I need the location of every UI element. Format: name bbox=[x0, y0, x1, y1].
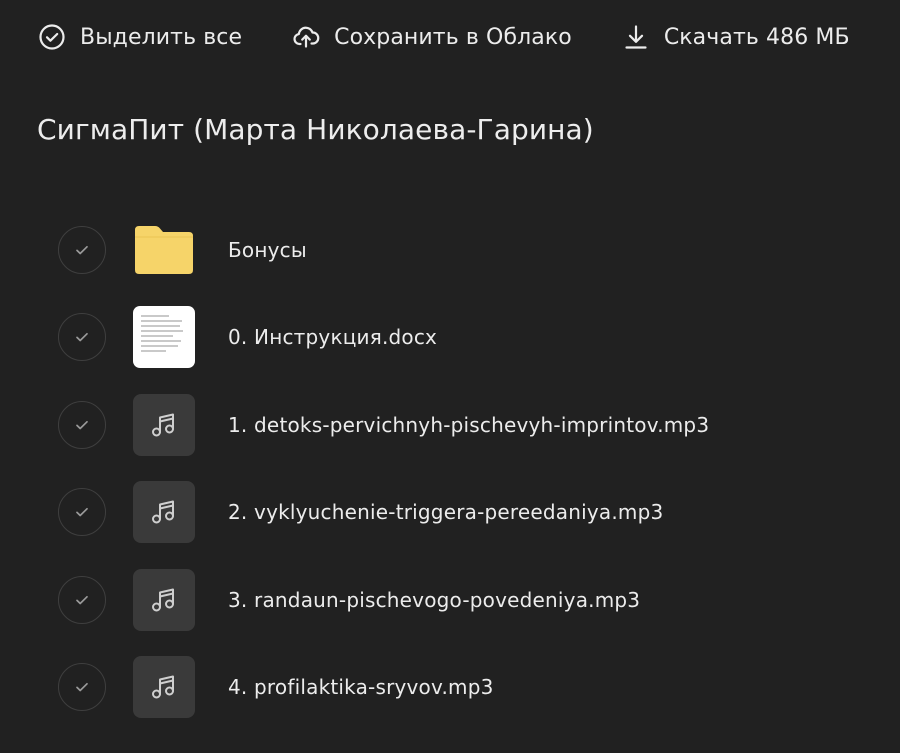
check-circle-icon bbox=[38, 23, 66, 51]
select-checkbox[interactable] bbox=[58, 575, 106, 624]
select-checkbox[interactable] bbox=[58, 313, 106, 362]
save-to-cloud-button[interactable]: Сохранить в Облако bbox=[292, 23, 572, 51]
music-note-icon bbox=[133, 656, 195, 719]
file-name: 1. detoks-pervichnyh-pischevyh-imprintov… bbox=[228, 412, 710, 437]
file-name: 0. Инструкция.docx bbox=[228, 325, 438, 350]
select-all-button[interactable]: Выделить все bbox=[38, 23, 242, 51]
music-note-icon bbox=[133, 568, 195, 631]
file-name: 4. profilaktika-sryvov.mp3 bbox=[228, 675, 494, 700]
list-item[interactable]: Бонусы bbox=[58, 206, 878, 294]
list-item[interactable]: 1. detoks-pervichnyh-pischevyh-imprintov… bbox=[58, 381, 878, 469]
file-name: Бонусы bbox=[228, 237, 307, 262]
select-checkbox[interactable] bbox=[58, 488, 106, 537]
folder-icon bbox=[133, 219, 195, 281]
list-item[interactable]: 0. Инструкция.docx bbox=[58, 294, 878, 382]
file-list: Бонусы 0. Инструкция.docx 1. detoks-perv… bbox=[58, 206, 878, 731]
select-all-label: Выделить все bbox=[80, 24, 243, 50]
download-label: Скачать 486 МБ bbox=[663, 24, 850, 50]
select-checkbox[interactable] bbox=[58, 225, 106, 274]
list-item[interactable]: 4. profilaktika-sryvov.mp3 bbox=[58, 644, 878, 732]
list-item[interactable]: 3. randaun-pischevogo-povedeniya.mp3 bbox=[58, 556, 878, 644]
document-thumbnail bbox=[133, 306, 195, 369]
page-title: СигмаПит (Марта Николаева-Гарина) bbox=[37, 113, 594, 146]
file-name: 3. randaun-pischevogo-povedeniya.mp3 bbox=[228, 587, 641, 612]
cloud-upload-icon bbox=[292, 23, 320, 51]
file-name: 2. vyklyuchenie-triggera-pereedaniya.mp3 bbox=[228, 500, 664, 525]
music-note-icon bbox=[133, 393, 195, 456]
list-item[interactable]: 2. vyklyuchenie-triggera-pereedaniya.mp3 bbox=[58, 469, 878, 557]
save-to-cloud-label: Сохранить в Облако bbox=[334, 24, 572, 50]
toolbar: Выделить все Сохранить в Облако Скачать … bbox=[38, 20, 850, 54]
download-button[interactable]: Скачать 486 МБ bbox=[622, 23, 850, 51]
select-checkbox[interactable] bbox=[58, 663, 106, 712]
download-icon bbox=[622, 23, 650, 51]
select-checkbox[interactable] bbox=[58, 400, 106, 449]
file-share-page: Выделить все Сохранить в Облако Скачать … bbox=[0, 0, 900, 753]
music-note-icon bbox=[133, 481, 195, 544]
